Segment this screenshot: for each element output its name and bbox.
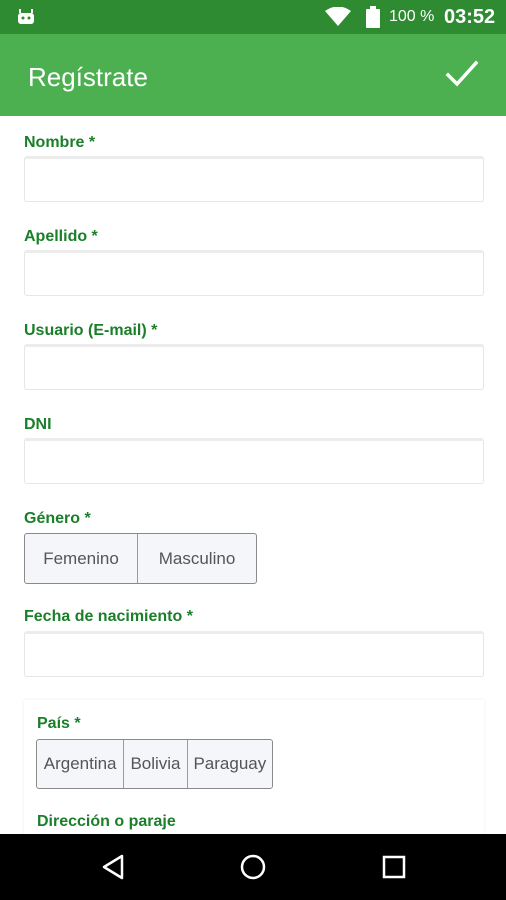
genero-option-masculino[interactable]: Masculino — [138, 534, 256, 583]
status-bar: 100 % 03:52 — [0, 0, 506, 34]
wifi-icon — [325, 7, 351, 26]
nombre-label: Nombre * — [24, 134, 96, 151]
recents-icon[interactable] — [379, 852, 409, 882]
pais-label: País * — [37, 715, 81, 732]
back-icon[interactable] — [98, 852, 128, 882]
status-clock: 03:52 — [444, 6, 496, 28]
direccion-label: Dirección o paraje — [37, 813, 176, 830]
dni-input[interactable] — [24, 438, 484, 484]
fecha-nacimiento-input[interactable] — [24, 631, 484, 677]
genero-option-femenino[interactable]: Femenino — [25, 534, 139, 583]
page-title: Regístrate — [28, 62, 148, 92]
genero-label: Género * — [24, 510, 91, 527]
fecha-label: Fecha de nacimiento * — [24, 608, 193, 625]
dni-label: DNI — [24, 416, 52, 433]
navigation-bar — [0, 834, 506, 900]
pais-option-argentina[interactable]: Argentina — [37, 740, 125, 788]
genero-selector: Femenino Masculino — [24, 533, 257, 584]
check-icon[interactable] — [445, 59, 479, 89]
pais-selector: Argentina Bolivia Paraguay — [36, 739, 273, 789]
apellido-input[interactable] — [24, 250, 484, 296]
pais-option-bolivia[interactable]: Bolivia — [124, 740, 188, 788]
apellido-label: Apellido * — [24, 228, 98, 245]
battery-percent: 100 % — [389, 8, 435, 25]
usuario-email-input[interactable] — [24, 344, 484, 390]
nombre-input[interactable] — [24, 156, 484, 202]
android-icon — [18, 9, 34, 24]
home-icon[interactable] — [238, 852, 268, 882]
battery-icon — [366, 6, 380, 28]
app-bar: Regístrate — [0, 34, 506, 116]
pais-option-paraguay[interactable]: Paraguay — [188, 740, 272, 788]
usuario-label: Usuario (E-mail) * — [24, 322, 158, 339]
